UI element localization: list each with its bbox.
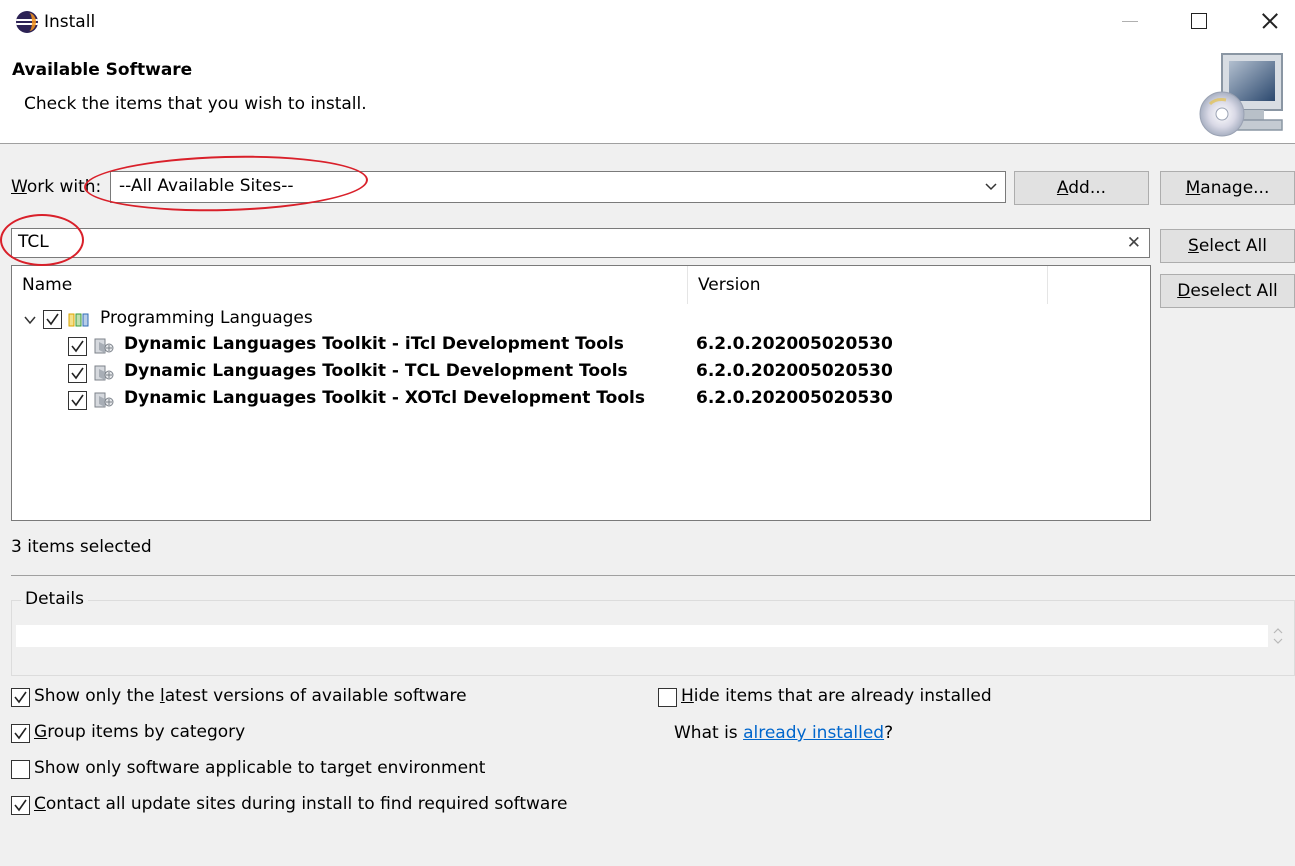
title-bar: Install bbox=[0, 0, 1295, 44]
latest-versions-checkbox[interactable] bbox=[11, 688, 30, 707]
feature-checkbox[interactable] bbox=[68, 337, 87, 356]
feature-name: Dynamic Languages Toolkit - TCL Developm… bbox=[124, 361, 628, 381]
details-text[interactable] bbox=[16, 625, 1268, 647]
tree-row-feature[interactable]: Dynamic Languages Toolkit - iTcl Develop… bbox=[12, 333, 1150, 360]
feature-icon bbox=[94, 365, 114, 381]
feature-checkbox[interactable] bbox=[68, 364, 87, 383]
tree-row-category[interactable]: Programming Languages bbox=[12, 306, 1150, 333]
category-icon bbox=[68, 313, 89, 327]
window-title: Install bbox=[44, 12, 96, 32]
add-button[interactable]: Add... bbox=[1014, 171, 1149, 205]
software-tree[interactable]: Name Version Programming Languages Dynam… bbox=[11, 265, 1151, 521]
group-by-category-checkbox[interactable] bbox=[11, 724, 30, 743]
category-name: Programming Languages bbox=[100, 308, 313, 328]
contact-update-sites-label: Contact all update sites during install … bbox=[34, 794, 568, 814]
contact-update-sites-checkbox[interactable] bbox=[11, 796, 30, 815]
feature-version: 6.2.0.202005020530 bbox=[696, 361, 893, 381]
feature-icon bbox=[94, 338, 114, 354]
target-environment-checkbox[interactable] bbox=[11, 760, 30, 779]
manage-button[interactable]: Manage... bbox=[1160, 171, 1295, 205]
chevron-down-icon bbox=[985, 183, 997, 191]
latest-versions-label: Show only the latest versions of availab… bbox=[34, 686, 467, 706]
close-icon[interactable] bbox=[1234, 0, 1295, 44]
category-checkbox[interactable] bbox=[43, 310, 62, 329]
hide-installed-label: Hide items that are already installed bbox=[681, 686, 992, 706]
column-header-version[interactable]: Version bbox=[688, 266, 1048, 304]
page-description: Check the items that you wish to install… bbox=[24, 94, 367, 114]
tree-row-feature[interactable]: Dynamic Languages Toolkit - TCL Developm… bbox=[12, 360, 1150, 387]
filter-input[interactable]: TCL ✕ bbox=[11, 228, 1150, 258]
clear-icon[interactable]: ✕ bbox=[1127, 233, 1141, 253]
what-is-installed: What is already installed? bbox=[674, 723, 894, 743]
tree-row-feature[interactable]: Dynamic Languages Toolkit - XOTcl Develo… bbox=[12, 387, 1150, 414]
page-title: Available Software bbox=[12, 60, 193, 80]
feature-icon bbox=[94, 392, 114, 408]
column-header-name[interactable]: Name bbox=[12, 266, 688, 304]
feature-name: Dynamic Languages Toolkit - iTcl Develop… bbox=[124, 334, 624, 354]
details-group: Details bbox=[11, 589, 1295, 676]
maximize-icon[interactable] bbox=[1164, 0, 1234, 44]
scrollbar-arrows-icon[interactable] bbox=[1270, 625, 1286, 647]
already-installed-link[interactable]: already installed bbox=[743, 723, 884, 743]
wizard-header: Available Software Check the items that … bbox=[0, 44, 1295, 144]
deselect-all-button[interactable]: Deselect All bbox=[1160, 274, 1295, 308]
hide-installed-checkbox[interactable] bbox=[658, 688, 677, 707]
annotation-ellipse-filter bbox=[0, 214, 84, 266]
group-by-category-label: Group items by category bbox=[34, 722, 246, 742]
select-all-button[interactable]: Select All bbox=[1160, 229, 1295, 263]
feature-name: Dynamic Languages Toolkit - XOTcl Develo… bbox=[124, 388, 645, 408]
selection-status: 3 items selected bbox=[11, 537, 152, 557]
feature-version: 6.2.0.202005020530 bbox=[696, 388, 893, 408]
annotation-ellipse-work-with bbox=[83, 152, 369, 215]
target-environment-label: Show only software applicable to target … bbox=[34, 758, 486, 778]
feature-checkbox[interactable] bbox=[68, 391, 87, 410]
feature-version: 6.2.0.202005020530 bbox=[696, 334, 893, 354]
chevron-down-icon[interactable] bbox=[24, 314, 36, 326]
details-label: Details bbox=[21, 589, 88, 609]
install-software-banner-icon bbox=[1199, 53, 1283, 137]
minimize-icon[interactable] bbox=[1098, 0, 1168, 44]
eclipse-icon bbox=[16, 11, 38, 33]
separator bbox=[11, 575, 1295, 576]
